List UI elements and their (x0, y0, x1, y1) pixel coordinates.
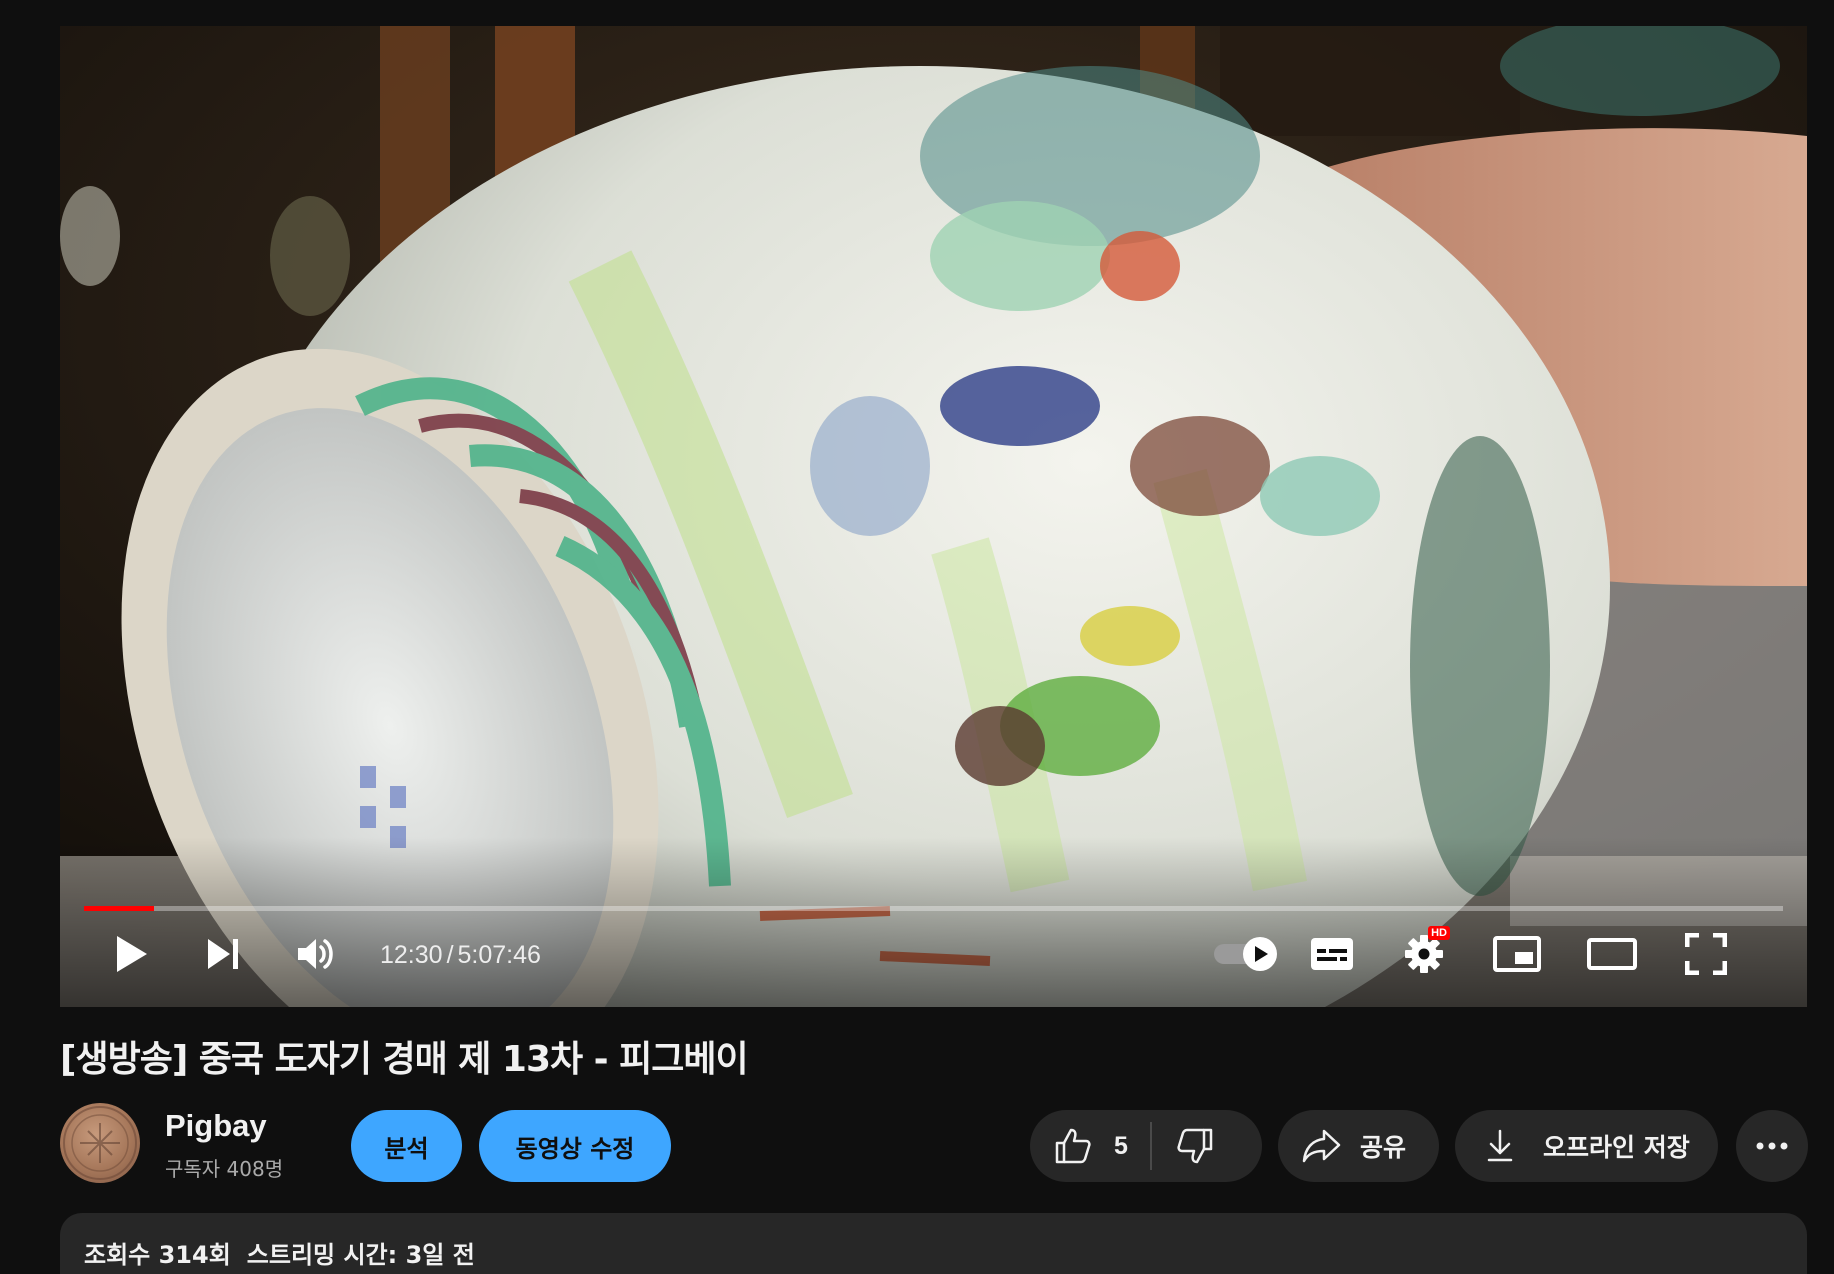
hd-badge: HD (1428, 926, 1450, 940)
subtitles-icon (1311, 938, 1353, 970)
share-arrow-icon (1302, 1129, 1341, 1163)
share-button[interactable]: 공유 (1278, 1110, 1439, 1182)
like-dislike-group: 5 (1030, 1110, 1262, 1182)
thumbs-down-icon (1177, 1128, 1213, 1164)
autoplay-toggle[interactable] (1210, 922, 1286, 986)
settings-button[interactable]: HD (1392, 922, 1456, 986)
view-count: 조회수 314회 (84, 1241, 231, 1269)
description-box[interactable]: 조회수 314회 스트리밍 시간: 3일 전 (60, 1213, 1807, 1274)
video-player[interactable]: 12:30/5:07:46 HD (60, 26, 1807, 1007)
coin-logo-icon (63, 1106, 137, 1180)
download-button[interactable]: 오프라인 저장 (1455, 1110, 1718, 1182)
thumbs-up-icon (1055, 1128, 1091, 1164)
download-icon (1487, 1129, 1513, 1162)
more-horizontal-icon (1756, 1142, 1788, 1150)
play-icon (117, 936, 147, 972)
channel-avatar[interactable] (60, 1103, 140, 1183)
youtube-watch-page: 12:30/5:07:46 HD [생방송] 중국 도자기 경매 제 13차 -… (0, 0, 1834, 1274)
miniplayer-icon (1493, 936, 1541, 972)
settings-gear-icon (1405, 935, 1443, 973)
time-separator: / (446, 941, 454, 969)
share-label: 공유 (1360, 1133, 1407, 1162)
progress-bar[interactable] (84, 906, 1783, 911)
volume-icon (298, 939, 333, 969)
play-button[interactable] (100, 922, 164, 986)
dislike-button[interactable] (1152, 1110, 1244, 1182)
description-meta: 조회수 314회 스트리밍 시간: 3일 전 (84, 1235, 475, 1270)
like-button[interactable]: 5 (1030, 1110, 1150, 1182)
subtitles-button[interactable] (1300, 922, 1364, 986)
more-actions-button[interactable] (1736, 1110, 1808, 1182)
stream-date: 스트리밍 시간: 3일 전 (246, 1241, 475, 1269)
theater-mode-icon (1587, 938, 1637, 970)
next-icon (208, 939, 238, 969)
fullscreen-button[interactable] (1674, 922, 1738, 986)
volume-button[interactable] (285, 922, 349, 986)
theater-mode-button[interactable] (1580, 922, 1644, 986)
duration: 5:07:46 (457, 941, 541, 969)
like-count: 5 (1114, 1131, 1128, 1160)
time-display: 12:30/5:07:46 (380, 938, 541, 972)
download-label: 오프라인 저장 (1543, 1133, 1690, 1162)
analytics-button[interactable]: 분석 (351, 1110, 462, 1182)
next-button[interactable] (192, 922, 256, 986)
channel-name[interactable]: Pigbay (165, 1108, 267, 1144)
edit-video-button[interactable]: 동영상 수정 (479, 1110, 671, 1182)
fullscreen-icon (1685, 933, 1727, 975)
current-time: 12:30 (380, 941, 443, 969)
progress-played (84, 906, 154, 911)
autoplay-toggle-icon (1214, 937, 1277, 971)
subscriber-count: 구독자 408명 (165, 1157, 284, 1181)
video-title: [생방송] 중국 도자기 경매 제 13차 - 피그베이 (60, 1039, 749, 1080)
miniplayer-button[interactable] (1485, 922, 1549, 986)
